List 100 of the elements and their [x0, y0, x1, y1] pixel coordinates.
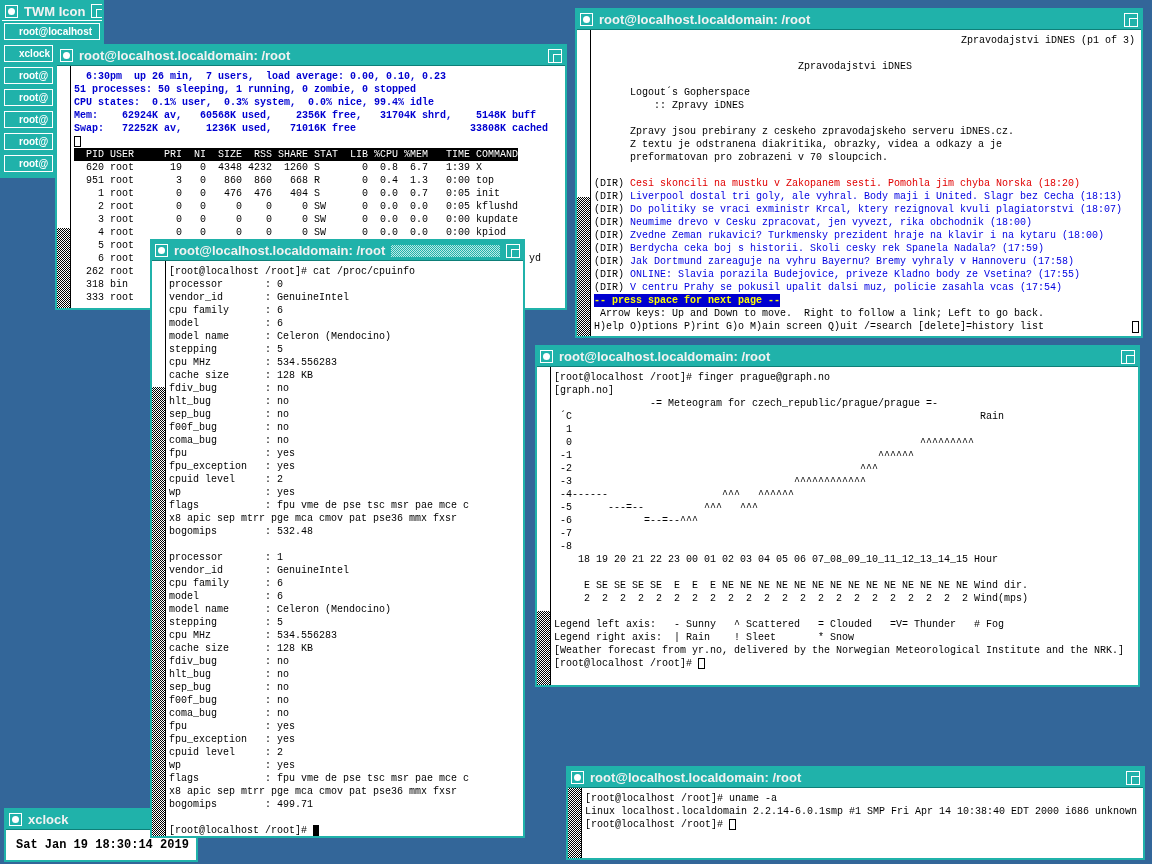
terminal-line: 2 2 2 2 2 2 2 2 2 2 2 2 2 2 2 2 2 2 2 2 2 2 Wind(mps): [583, 592, 1029, 605]
terminal-line: -4------ ^^^ ^^^^^^: [559, 488, 795, 501]
terminal-line: 5 root: [97, 239, 134, 252]
window-title: root@localhost.localdomain: /root: [599, 13, 811, 26]
terminal-line: coma_bug : no: [169, 434, 290, 447]
menu-link[interactable]: Neumime drevo v Cesku zpracovat, jen vyvezt, rika obchodnik (18:00): [630, 216, 1033, 229]
terminal-line: vendor_id : GenuineIntel: [169, 291, 350, 304]
scrollbar-thumb[interactable]: [152, 387, 165, 836]
terminal-line: bogomips : 499.71: [169, 798, 314, 811]
resize-button[interactable]: [1124, 12, 1138, 27]
terminal-line: model : 6: [169, 317, 284, 330]
menu-link[interactable]: V centru Prahy se pokusil upalit dalsi muz, policie zasahla vcas (17:54): [630, 281, 1063, 294]
terminal-line: fdiv_bug : no: [169, 655, 290, 668]
terminal-line: x8 apic sep mtrr pge mca cmov pat pse36 mmx fxsr: [169, 785, 458, 798]
terminal-line: fpu_exception : yes: [169, 733, 296, 746]
terminal-line: vendor_id : GenuineIntel: [169, 564, 350, 577]
menu-link[interactable]: Do politiky se vraci exministr Krcal, ktery rezignoval kvuli plagiatorstvi (18:07): [630, 203, 1123, 216]
terminal-line: 951 root 3 0 860 860 668 R 0 0.4 1.3 0:00 top: [85, 174, 495, 187]
scrollbar[interactable]: [577, 30, 591, 336]
terminal-line: [root@localhost /root]# finger prague@graph.no: [554, 371, 831, 384]
terminal-line: [root@localhost /root]# cat /proc/cpuinfo: [169, 265, 416, 278]
terminal-line: 1 root 0 0 476 476 404 S 0 0.0 0.7 0:05 init: [97, 187, 501, 200]
resize-button[interactable]: [548, 48, 562, 63]
terminal-line: processor : 1: [169, 551, 284, 564]
terminal-line: Logout´s Gopherspace: [629, 86, 751, 99]
terminal-line: [graph.no]: [554, 384, 614, 397]
resize-button[interactable]: [1126, 770, 1140, 785]
terminal-line: fpu_exception : yes: [169, 460, 296, 473]
terminal-line: cpu family : 6: [169, 577, 284, 590]
terminal-line: model name : Celeron (Mendocino): [169, 330, 392, 343]
terminal-line: preformatovan pro zobrazeni v 70 sloupcich.: [629, 151, 889, 164]
terminal-line: 0 ^^^^^^^^^: [565, 436, 975, 449]
page-title: Zpravodajstvi iDNES (p1 of 3): [960, 34, 1135, 47]
iconify-button[interactable]: [5, 4, 18, 18]
terminal-line: hlt_bug : no: [169, 668, 290, 681]
window-title: TWM Icon: [24, 4, 86, 18]
terminal-line: Legend left axis: - Sunny ^ Scattered = Clouded =V= Thunder # Fog: [554, 618, 1005, 631]
window-title: root@localhost.localdomain: /root: [174, 244, 386, 257]
scrollbar[interactable]: [152, 261, 166, 836]
iconify-button[interactable]: [9, 813, 22, 826]
resize-button[interactable]: [506, 243, 520, 258]
terminal-line: [root@localhost /root]#: [585, 818, 725, 831]
window-title: root@localhost.localdomain: /root: [559, 350, 771, 363]
terminal-line: flags : fpu vme de pse tsc msr pae mce c: [169, 499, 470, 512]
terminal-line: cache size : 128 KB: [169, 642, 314, 655]
text-cursor: [729, 819, 737, 830]
iconify-button[interactable]: [580, 13, 593, 26]
iconify-button[interactable]: [60, 49, 73, 62]
terminal-line: Mem: 62924K av, 60568K used, 2356K free, 31704K shrd, 5148K buff: [74, 109, 537, 122]
iconify-button[interactable]: [540, 350, 553, 363]
terminal-line: 2 root 0 0 0 0 0 SW 0 0.0 0.0 0:05 kflushd: [97, 200, 519, 213]
dir-tag: (DIR): [594, 268, 624, 281]
terminal-line: Zpravy jsou prebirany z ceskeho zpravodajskeho serveru iDNES.cz.: [629, 125, 1015, 138]
terminal-line: sep_bug : no: [169, 408, 290, 421]
terminal-line: Linux localhost.localdomain 2.2.14-6.0.1smp #1 SMP Fri Apr 14 10:38:40 EDT 2000 i686 unknown: [585, 805, 1138, 818]
terminal-line: Z textu je odstranena diakritika, obrazky, videa a odkazy a je: [629, 138, 1003, 151]
terminal-line: Swap: 72252K av, 1236K used, 71016K free 33808K cached: [74, 122, 549, 135]
terminal-line: model name : Celeron (Mendocino): [169, 603, 392, 616]
terminal-line: coma_bug : no: [169, 707, 290, 720]
terminal-line: 4 root 0 0 0 0 0 SW 0 0.0 0.0 0:00 kpiod: [97, 226, 507, 239]
text-cursor: [313, 825, 320, 836]
terminal-line: hlt_bug : no: [169, 395, 290, 408]
scrollbar-thumb[interactable]: [537, 611, 550, 685]
menu-link[interactable]: Jak Dortmund zareaguje na vyhru Bayernu? Bremy vyhraly v Hannoveru (17:58): [630, 255, 1075, 268]
next-page-prompt: -- press space for next page --: [594, 294, 781, 307]
menu-link[interactable]: Cesi skoncili na mustku v Zakopanem sesti. Pomohla jim chyba Norska (18:20): [630, 177, 1081, 190]
terminal-line: model : 6: [169, 590, 284, 603]
menu-link[interactable]: ONLINE: Slavia porazila Budejovice, priveze Kladno body ze Vsetina? (17:55): [630, 268, 1081, 281]
dir-tag: (DIR): [594, 190, 624, 203]
terminal-line: cpu MHz : 534.556283: [169, 356, 338, 369]
resize-button[interactable]: [1121, 349, 1135, 364]
terminal-line: processor : 0: [169, 278, 284, 291]
clock-text: Sat Jan 19 18:30:14 2019: [16, 837, 189, 854]
text-cursor: [698, 658, 706, 669]
terminal-line: [root@localhost /root]#: [169, 824, 309, 836]
scrollbar-thumb[interactable]: [577, 197, 590, 336]
dir-tag: (DIR): [594, 255, 624, 268]
menu-link[interactable]: Zvedne Zeman rukavici? Turkmensky prezident hraje na klavir i na kytaru (18:00): [630, 229, 1105, 242]
window-title: root@localhost.localdomain: /root: [79, 49, 291, 62]
menu-link[interactable]: Berdycha ceka boj s historii. Skoli cesky rek Spanela Nadala? (17:59): [630, 242, 1045, 255]
terminal-line: 333 root: [85, 291, 134, 304]
terminal-line: -5 ---=-- ^^^ ^^^: [559, 501, 759, 514]
terminal-line: -3 ^^^^^^^^^^^^: [559, 475, 867, 488]
terminal-line: sep_bug : no: [169, 681, 290, 694]
terminal-line: x8 apic sep mtrr pge mca cmov pat pse36 mmx fxsr: [169, 512, 458, 525]
resize-button[interactable]: [91, 4, 102, 18]
terminal-line: fdiv_bug : no: [169, 382, 290, 395]
terminal-line: wp : yes: [169, 486, 296, 499]
terminal-line: stepping : 5: [169, 343, 284, 356]
iconify-button[interactable]: [571, 771, 584, 784]
terminal-line: 318 bin: [85, 278, 128, 291]
window-title: root@localhost.localdomain: /root: [590, 771, 802, 784]
scrollbar[interactable]: [537, 367, 551, 685]
scrollbar[interactable]: [568, 788, 582, 858]
menu-link[interactable]: Liverpool dostal tri goly, ale vyhral. Body maji i United. Slagr bez Cecha (18:13): [630, 190, 1123, 203]
scrollbar-thumb[interactable]: [57, 228, 70, 308]
terminal-line: stepping : 5: [169, 616, 284, 629]
terminal-line: 51 processes: 50 sleeping, 1 running, 0 zombie, 0 stopped: [74, 83, 417, 96]
scrollbar[interactable]: [57, 66, 71, 308]
iconify-button[interactable]: [155, 244, 168, 257]
